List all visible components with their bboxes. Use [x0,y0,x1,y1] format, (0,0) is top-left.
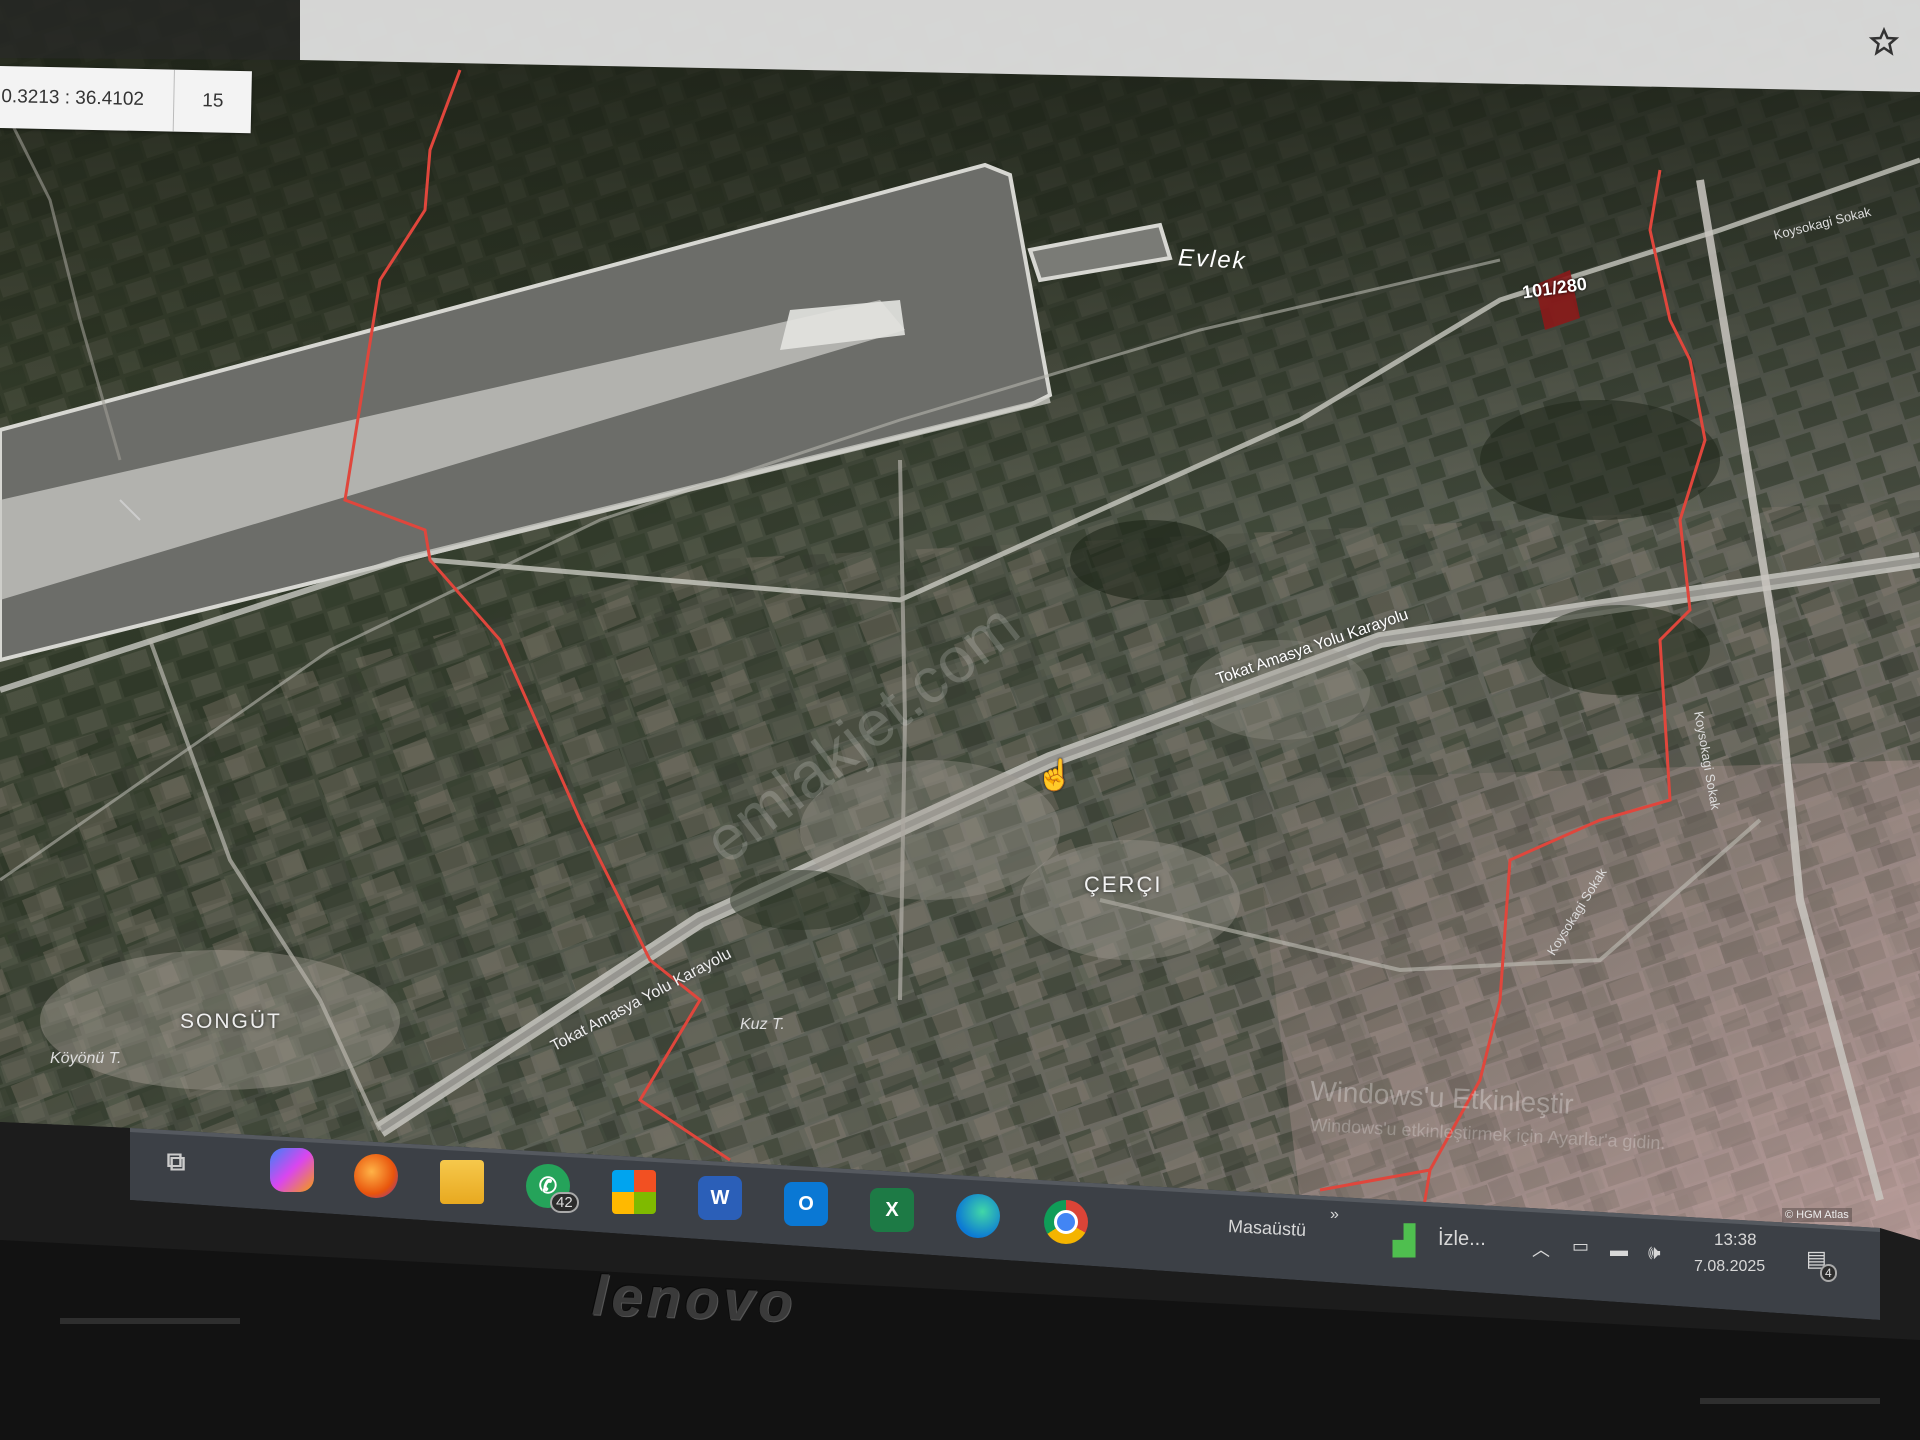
clock-date[interactable]: 7.08.2025 [1694,1258,1765,1276]
zoom-level: 15 [202,90,224,112]
village-label-songut: SONGÜT [180,1010,282,1033]
outlook-icon[interactable]: O [784,1182,828,1226]
laptop-brand-logo: lenovo [590,1263,798,1334]
map-credit: © HGM Atlas [1782,1208,1852,1222]
word-icon[interactable]: W [698,1176,742,1220]
clock-time[interactable]: 13:38 [1714,1230,1757,1250]
desktop-toolbar-label[interactable]: Masaüstü [1228,1216,1307,1241]
task-view-icon[interactable]: ⧉ [154,1140,198,1184]
firefox-icon[interactable] [354,1154,398,1198]
map-label-evlek: Evlek [1177,244,1248,275]
microsoft-store-icon[interactable] [612,1170,656,1214]
village-label-cerci: ÇERÇI [1084,872,1163,897]
chevron-up-icon[interactable]: ︿ [1532,1236,1550,1262]
edge-icon[interactable] [956,1194,1000,1238]
stocks-widget-icon[interactable]: ▟ [1384,1220,1424,1260]
toolbar-overflow-chevron[interactable]: » [1330,1206,1339,1224]
hill-label-kuz: Kuz T. [740,1016,785,1033]
whatsapp-badge: 42 [550,1192,579,1213]
notification-badge: 4 [1820,1264,1837,1282]
coordinate-value: 0.3213 : 36.4102 [0,66,175,132]
file-explorer-icon[interactable] [440,1160,484,1204]
excel-icon[interactable]: X [870,1188,914,1232]
volume-icon[interactable]: 🕪 [1648,1242,1661,1265]
copilot-icon[interactable] [270,1148,314,1192]
stocks-widget-label[interactable]: İzle... [1438,1228,1486,1251]
meet-now-icon[interactable]: ▭ [1572,1236,1589,1257]
hill-label-koyonu: Köyönü T. [50,1050,122,1067]
battery-icon[interactable]: ▬ [1610,1240,1628,1261]
hand-cursor-icon: ☝ [1036,759,1074,792]
coordinate-readout: 0.3213 : 36.4102 15 [0,66,252,134]
chrome-icon[interactable] [1044,1200,1088,1244]
